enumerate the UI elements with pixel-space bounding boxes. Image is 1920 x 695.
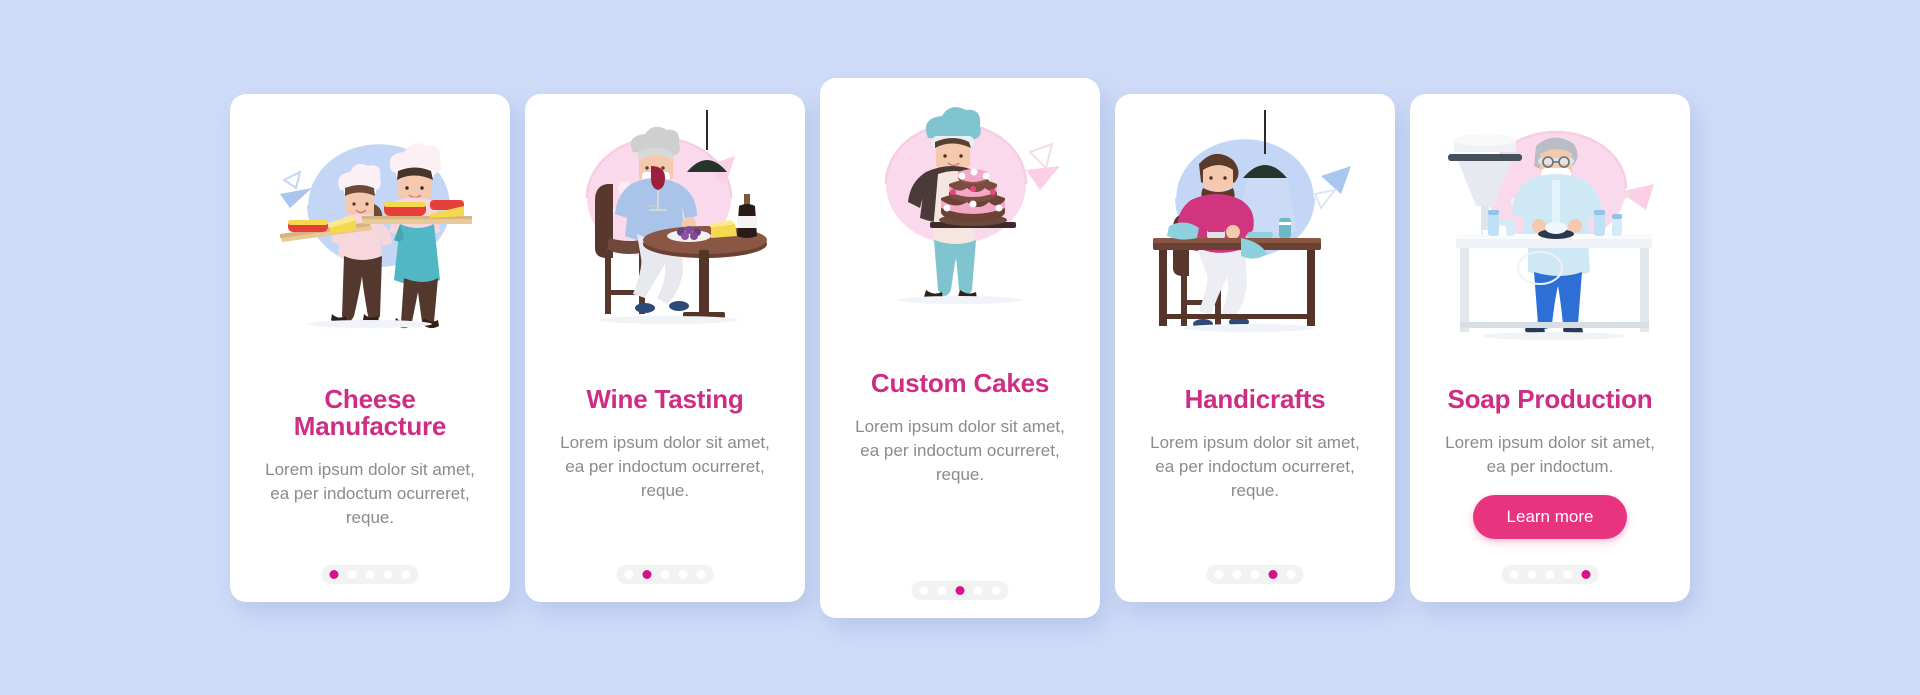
pagination-dots[interactable] [1501, 564, 1599, 584]
pagination-dot-1[interactable] [919, 585, 929, 595]
wine-taster-illustration [539, 109, 791, 372]
cake-baker-illustration [834, 94, 1086, 356]
onboarding-screens-board: Cheese Manufacture Lorem ipsum dolor sit … [0, 0, 1920, 695]
card-description: Lorem ipsum dolor sit amet, ea per indoc… [265, 460, 475, 528]
pagination-dot-1[interactable] [624, 569, 634, 579]
card-title-line1: Cheese [324, 383, 416, 414]
pagination-dots[interactable] [616, 564, 714, 584]
card-title: Custom Cakes [870, 367, 1050, 398]
soap-factory-worker-illustration [1424, 110, 1676, 372]
pagination-dot-3[interactable] [365, 569, 375, 579]
pagination-dot-2[interactable] [937, 585, 947, 595]
card-description: Lorem ipsum dolor sit amet, ea per indoc… [560, 432, 770, 501]
wine-taster-svg [585, 109, 767, 324]
pagination-dot-2[interactable] [1527, 569, 1537, 579]
pagination-dot-4[interactable] [1563, 569, 1573, 579]
card-list: Cheese Manufacture Lorem ipsum dolor sit … [0, 0, 1920, 695]
pagination-dot-4[interactable] [678, 569, 688, 579]
pagination-dot-1[interactable] [1509, 569, 1519, 579]
pagination-dots[interactable] [1206, 564, 1304, 584]
pagination-dots[interactable] [321, 564, 419, 584]
pagination-dot-1[interactable] [1214, 569, 1224, 579]
onboarding-card-handicrafts[interactable]: Handicrafts Lorem ipsum dolor sit amet, … [1115, 93, 1395, 602]
craftsman-sewing-svg [1153, 109, 1351, 332]
card-title: Wine Tasting [586, 383, 744, 414]
pagination-dot-5[interactable] [401, 569, 411, 579]
pagination-dot-2[interactable] [642, 569, 652, 579]
card-title: Cheese Manufacture [293, 383, 447, 441]
pagination-dot-5[interactable] [991, 585, 1001, 595]
craftsman-sewing-illustration [1129, 109, 1381, 372]
onboarding-card-custom-cakes[interactable]: Custom Cakes Lorem ipsum dolor sit amet,… [820, 77, 1100, 618]
pagination-dot-5[interactable] [1581, 569, 1591, 579]
pagination-dot-3[interactable] [660, 569, 670, 579]
card-description: Lorem ipsum dolor sit amet, ea per indoc… [1445, 432, 1655, 476]
onboarding-card-wine-tasting[interactable]: Wine Tasting Lorem ipsum dolor sit amet,… [525, 93, 805, 602]
soap-factory-worker-svg [1448, 130, 1654, 340]
pagination-dot-4[interactable] [973, 585, 983, 595]
pagination-dot-3[interactable] [1545, 569, 1555, 579]
pagination-dot-4[interactable] [383, 569, 393, 579]
pagination-dot-5[interactable] [696, 569, 706, 579]
card-title: Soap Production [1447, 383, 1653, 414]
pagination-dot-2[interactable] [347, 569, 357, 579]
cheese-makers-svg [280, 141, 472, 328]
card-description: Lorem ipsum dolor sit amet, ea per indoc… [855, 416, 1065, 485]
card-description: Lorem ipsum dolor sit amet, ea per indoc… [1150, 432, 1360, 501]
cake-baker-svg [884, 106, 1060, 304]
learn-more-button[interactable]: Learn more [1472, 495, 1628, 540]
pagination-dots[interactable] [911, 580, 1009, 600]
pagination-dot-4[interactable] [1268, 569, 1278, 579]
onboarding-card-cheese-manufacture[interactable]: Cheese Manufacture Lorem ipsum dolor sit … [230, 93, 510, 602]
pagination-dot-5[interactable] [1286, 569, 1296, 579]
card-title-line2: Manufacture [293, 410, 447, 441]
pagination-dot-3[interactable] [1250, 569, 1260, 579]
card-title: Handicrafts [1184, 383, 1326, 414]
pagination-dot-1[interactable] [329, 569, 339, 579]
onboarding-card-soap-production[interactable]: Soap Production Lorem ipsum dolor sit am… [1410, 93, 1690, 602]
pagination-dot-2[interactable] [1232, 569, 1242, 579]
cheese-makers-illustration [244, 110, 496, 372]
pagination-dot-3[interactable] [955, 585, 965, 595]
